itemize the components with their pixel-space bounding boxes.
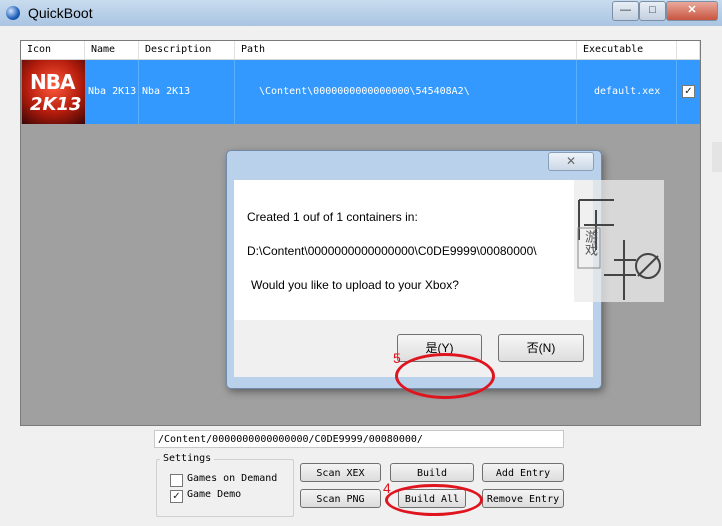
column-header-icon[interactable]: Icon bbox=[21, 41, 85, 59]
column-header-path[interactable]: Path bbox=[235, 41, 577, 59]
dialog-line-question: Would you like to upload to your Xbox? bbox=[251, 278, 459, 292]
game-demo-label: Game Demo bbox=[187, 489, 242, 500]
annotation-oval-yes bbox=[395, 353, 495, 399]
list-header: Icon Name Description Path Executable bbox=[21, 41, 700, 60]
confirm-dialog: ✕ Created 1 ouf of 1 containers in: D:\C… bbox=[226, 150, 602, 389]
title-bar: QuickBoot — □ ✕ bbox=[0, 0, 722, 27]
table-row[interactable]: NBA 2K13 Nba 2K13 Nba 2K13 \Content\0000… bbox=[21, 60, 700, 124]
settings-group bbox=[156, 459, 294, 517]
scan-png-button[interactable]: Scan PNG bbox=[300, 489, 381, 508]
side-grip bbox=[712, 142, 722, 172]
dialog-line-created: Created 1 ouf of 1 containers in: bbox=[247, 210, 418, 224]
scan-xex-button[interactable]: Scan XEX bbox=[300, 463, 381, 482]
watermark-text: 游戏 bbox=[583, 230, 598, 256]
watermark-logo: 游戏 bbox=[574, 180, 664, 302]
close-button[interactable]: ✕ bbox=[666, 1, 718, 21]
games-on-demand-checkbox[interactable] bbox=[170, 474, 183, 487]
build-button[interactable]: Build bbox=[390, 463, 474, 482]
nba-2k13-cover-icon: NBA 2K13 bbox=[22, 60, 85, 124]
maximize-button[interactable]: □ bbox=[639, 1, 666, 21]
annotation-step-5: 5 bbox=[393, 350, 401, 366]
no-button[interactable]: 否(N) bbox=[498, 334, 584, 362]
column-header-description[interactable]: Description bbox=[139, 41, 235, 59]
row-checkbox[interactable]: ✓ bbox=[682, 85, 695, 98]
app-icon bbox=[6, 6, 20, 20]
icon-line2: 2K13 bbox=[30, 94, 82, 115]
dialog-message-area: Created 1 ouf of 1 containers in: D:\Con… bbox=[234, 180, 593, 320]
row-executable: default.xex bbox=[577, 60, 677, 124]
container-path-field[interactable]: /Content/0000000000000000/C0DE9999/00080… bbox=[154, 430, 564, 448]
dialog-close-button[interactable]: ✕ bbox=[548, 152, 594, 171]
row-path: \Content\0000000000000000\545408A2\ bbox=[235, 60, 577, 124]
annotation-oval-build-all bbox=[385, 484, 483, 516]
dialog-line-path: D:\Content\0000000000000000\C0DE9999\000… bbox=[247, 244, 537, 258]
column-header-name[interactable]: Name bbox=[85, 41, 139, 59]
games-on-demand-label: Games on Demand bbox=[187, 473, 278, 484]
icon-line1: NBA bbox=[30, 70, 75, 94]
add-entry-button[interactable]: Add Entry bbox=[482, 463, 564, 482]
remove-entry-button[interactable]: Remove Entry bbox=[482, 489, 564, 508]
game-demo-checkbox[interactable]: ✓ bbox=[170, 490, 183, 503]
settings-legend: Settings bbox=[160, 453, 215, 464]
window-title: QuickBoot bbox=[28, 5, 93, 21]
row-description: Nba 2K13 bbox=[139, 60, 235, 124]
row-name: Nba 2K13 bbox=[85, 60, 139, 124]
column-header-executable[interactable]: Executable bbox=[577, 41, 677, 59]
column-header-check bbox=[677, 41, 700, 59]
minimize-button[interactable]: — bbox=[612, 1, 639, 21]
